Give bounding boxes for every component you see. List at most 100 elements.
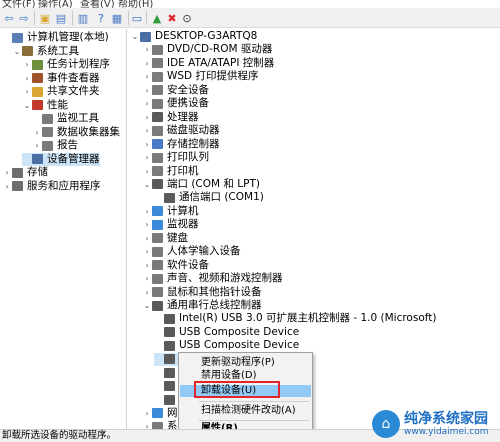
device-icon bbox=[32, 86, 43, 97]
expand-arrow-icon[interactable]: › bbox=[2, 168, 12, 177]
device-tree-item[interactable]: Intel(R) USB 3.0 可扩展主机控制器 - 1.0 (Microso… bbox=[154, 312, 436, 325]
device-tree-item[interactable]: › 磁盘驱动器 bbox=[142, 124, 219, 137]
device-icon bbox=[164, 394, 175, 405]
device-tree-item[interactable]: USB Composite Device bbox=[154, 326, 299, 339]
expand-arrow-icon[interactable]: › bbox=[22, 87, 32, 96]
device-tree-item[interactable]: › 计算机 bbox=[142, 205, 198, 218]
device-tree-item[interactable]: › 存储控制器 bbox=[142, 138, 219, 151]
expand-arrow-icon[interactable]: › bbox=[142, 207, 152, 216]
collapse-arrow-icon[interactable]: ⌄ bbox=[12, 47, 22, 56]
expand-arrow-icon[interactable]: › bbox=[22, 74, 32, 83]
expand-arrow-icon[interactable]: › bbox=[142, 167, 152, 176]
menu-item-scan-hardware[interactable]: 扫描检测硬件改动(A) bbox=[180, 405, 311, 417]
update-driver-icon[interactable]: ▲ bbox=[150, 11, 164, 25]
enable-icon[interactable]: ⊙ bbox=[180, 11, 194, 25]
console-tree-item[interactable]: › 共享文件夹 bbox=[22, 85, 99, 98]
device-tree-item[interactable]: ⌄ 通用串行总线控制器 bbox=[142, 299, 262, 312]
collapse-arrow-icon[interactable]: ⌄ bbox=[22, 101, 32, 110]
expand-arrow-icon[interactable]: › bbox=[142, 288, 152, 297]
list-view-icon[interactable]: ▦ bbox=[110, 11, 124, 25]
console-tree-item[interactable]: 设备管理器 bbox=[22, 152, 100, 166]
device-tree-item[interactable]: › 鼠标和其他指针设备 bbox=[142, 286, 261, 299]
expand-arrow-icon[interactable]: › bbox=[142, 422, 152, 429]
expand-arrow-icon[interactable]: › bbox=[32, 141, 42, 150]
expand-arrow-icon[interactable]: › bbox=[142, 126, 152, 135]
back-icon[interactable]: ⇦ bbox=[2, 11, 16, 25]
device-tree-item[interactable] bbox=[154, 393, 179, 406]
expand-arrow-icon[interactable]: › bbox=[142, 45, 152, 54]
device-tree-item[interactable]: › 处理器 bbox=[142, 111, 198, 124]
device-tree-item[interactable]: › 网 bbox=[142, 407, 177, 420]
device-tree-item[interactable]: › 打印机 bbox=[142, 165, 198, 178]
device-tree-item[interactable]: ⌄ DESKTOP-G3ARTQ8 bbox=[130, 30, 258, 43]
console-tree-item[interactable]: › 任务计划程序 bbox=[22, 58, 110, 71]
device-tree-item[interactable]: › 打印队列 bbox=[142, 151, 209, 164]
console-tree-item[interactable]: 计算机管理(本地) bbox=[2, 31, 109, 44]
expand-arrow-icon[interactable]: › bbox=[142, 234, 152, 243]
uninstall-icon[interactable]: ✖ bbox=[165, 11, 179, 25]
device-tree-item[interactable]: ⌄ 端口 (COM 和 LPT) bbox=[142, 178, 260, 191]
console-tree-item[interactable]: › 数据收集器集 bbox=[32, 126, 120, 139]
device-tree-item[interactable]: › 系 bbox=[142, 420, 178, 429]
expand-arrow-icon[interactable]: › bbox=[142, 261, 152, 270]
expand-arrow-icon[interactable]: › bbox=[142, 140, 152, 149]
device-tree-item[interactable]: › 键盘 bbox=[142, 232, 188, 245]
device-icon bbox=[32, 59, 43, 70]
device-icon bbox=[152, 71, 163, 82]
device-tree-item[interactable]: USB Composite Device bbox=[154, 339, 299, 352]
expand-arrow-icon[interactable]: › bbox=[142, 409, 152, 418]
expand-arrow-icon[interactable]: › bbox=[142, 274, 152, 283]
expand-arrow-icon[interactable]: › bbox=[142, 220, 152, 229]
console-tree-item[interactable]: 监视工具 bbox=[32, 112, 99, 125]
menu-file[interactable]: 文件(F) bbox=[2, 0, 36, 8]
help-icon[interactable]: ? bbox=[94, 11, 108, 25]
device-tree-item[interactable] bbox=[154, 380, 179, 393]
expand-arrow-icon[interactable]: › bbox=[142, 86, 152, 95]
properties-icon[interactable]: ▥ bbox=[76, 11, 90, 25]
expand-arrow-icon[interactable]: › bbox=[2, 182, 12, 191]
device-tree-item[interactable]: › WSD 打印提供程序 bbox=[142, 70, 258, 83]
up-folder-icon[interactable]: ▣ bbox=[38, 11, 52, 25]
device-tree-item[interactable]: › 软件设备 bbox=[142, 259, 209, 272]
device-icon bbox=[152, 219, 163, 230]
device-tree-item[interactable]: › 安全设备 bbox=[142, 84, 209, 97]
device-tree-item[interactable]: › 声音、视频和游戏控制器 bbox=[142, 272, 282, 285]
menu-view[interactable]: 查看(V) bbox=[80, 0, 115, 8]
device-icon bbox=[152, 300, 163, 311]
device-tree-item[interactable]: › 便携设备 bbox=[142, 97, 209, 110]
collapse-arrow-icon[interactable]: ⌄ bbox=[142, 180, 152, 189]
monitor-icon[interactable]: ▭ bbox=[130, 11, 144, 25]
device-tree-item[interactable] bbox=[154, 366, 179, 379]
device-tree-item[interactable]: › 人体学输入设备 bbox=[142, 245, 240, 258]
collapse-arrow-icon[interactable]: ⌄ bbox=[130, 32, 140, 41]
menu-action[interactable]: 操作(A) bbox=[38, 0, 73, 8]
device-icon bbox=[152, 421, 163, 429]
device-tree-item[interactable]: › 监视器 bbox=[142, 218, 198, 231]
console-tree-item[interactable]: ⌄ 系统工具 bbox=[12, 45, 79, 58]
device-icon bbox=[152, 179, 163, 190]
device-tree-item[interactable]: › IDE ATA/ATAPI 控制器 bbox=[142, 57, 274, 70]
device-tree-item[interactable]: 通信端口 (COM1) bbox=[154, 191, 264, 204]
forward-icon[interactable]: ⇨ bbox=[17, 11, 31, 25]
expand-arrow-icon[interactable]: › bbox=[142, 72, 152, 81]
console-tree-item[interactable]: ⌄ 性能 bbox=[22, 99, 68, 112]
collapse-arrow-icon[interactable]: ⌄ bbox=[142, 301, 152, 310]
console-tree-item[interactable]: › 事件查看器 bbox=[22, 72, 99, 85]
console-tree-item[interactable]: › 报告 bbox=[32, 139, 78, 152]
expand-arrow-icon[interactable]: › bbox=[142, 247, 152, 256]
device-tree-label: 键盘 bbox=[167, 231, 188, 244]
console-tree-item[interactable]: › 服务和应用程序 bbox=[2, 180, 100, 193]
menu-item-update-driver[interactable]: 更新驱动程序(P) bbox=[180, 357, 311, 369]
expand-arrow-icon[interactable]: › bbox=[142, 99, 152, 108]
show-hide-tree-icon[interactable]: ▤ bbox=[54, 11, 68, 25]
expand-arrow-icon[interactable]: › bbox=[32, 128, 42, 137]
device-icon bbox=[22, 46, 33, 56]
expand-arrow-icon[interactable]: › bbox=[142, 113, 152, 122]
device-icon bbox=[164, 192, 175, 203]
device-tree-item[interactable]: › DVD/CD-ROM 驱动器 bbox=[142, 43, 272, 56]
expand-arrow-icon[interactable]: › bbox=[142, 153, 152, 162]
expand-arrow-icon[interactable]: › bbox=[142, 59, 152, 68]
console-tree-item[interactable]: › 存储 bbox=[2, 166, 48, 179]
menu-help[interactable]: 帮助(H) bbox=[118, 0, 153, 8]
expand-arrow-icon[interactable]: › bbox=[22, 60, 32, 69]
